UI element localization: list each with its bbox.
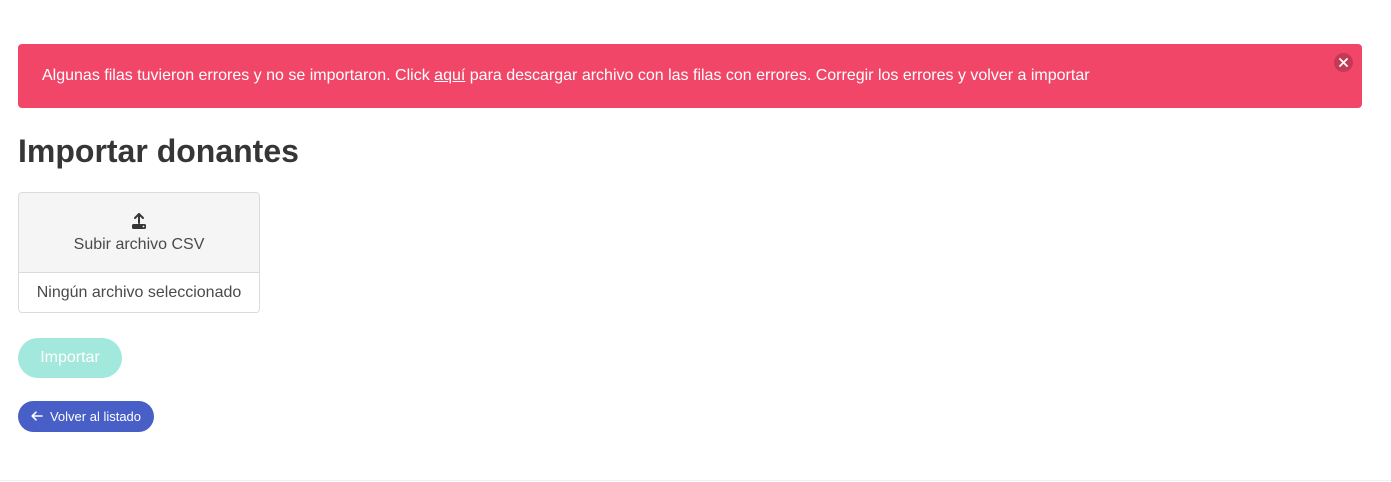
csv-file-input[interactable]: Subir archivo CSV Ningún archivo selecci… (18, 192, 260, 313)
arrow-left-icon (31, 409, 43, 424)
back-button-label: Volver al listado (49, 409, 142, 424)
notification-text-after: para descargar archivo con las filas con… (469, 67, 1090, 84)
upload-icon (131, 212, 147, 230)
notification-text-before: Algunas filas tuvieron errores y no se i… (42, 67, 430, 84)
page-title: Importar donantes (18, 133, 299, 169)
close-icon[interactable] (1334, 53, 1353, 72)
import-button[interactable]: Importar (18, 338, 122, 378)
back-to-list-button[interactable]: Volver al listado (18, 401, 154, 432)
page: Algunas filas tuvieron errores y no se i… (0, 0, 1391, 482)
error-notification: Algunas filas tuvieron errores y no se i… (18, 44, 1362, 108)
upload-label: Subir archivo CSV (73, 235, 205, 253)
selected-file-name: Ningún archivo seleccionado (19, 273, 259, 312)
upload-button[interactable]: Subir archivo CSV (19, 193, 259, 273)
download-errors-link[interactable]: aquí (434, 67, 465, 85)
divider (0, 480, 1391, 481)
